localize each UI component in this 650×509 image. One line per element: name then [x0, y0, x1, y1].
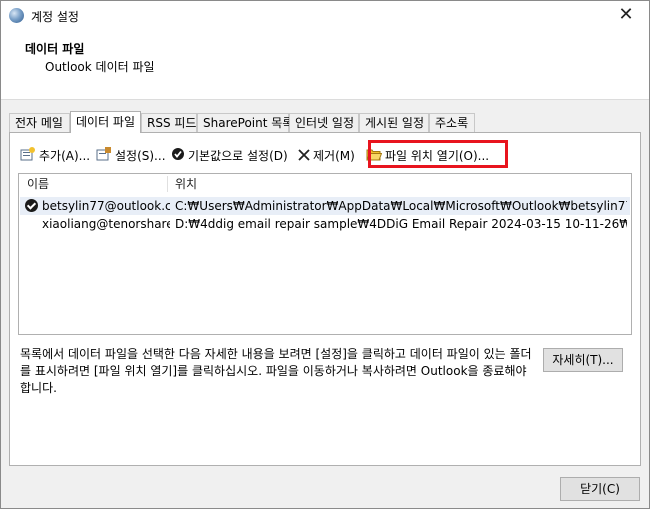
dialog-header: 데이터 파일 Outlook 데이터 파일 [1, 31, 649, 100]
set-default-label: 기본값으로 설정(D) [188, 149, 288, 163]
settings-button[interactable]: 설정(S)... [96, 145, 166, 167]
default-check-icon [25, 199, 38, 212]
tab-email[interactable]: 전자 메일 [9, 113, 70, 132]
table-row[interactable]: betsylin77@outlook.com C:₩Users₩Administ… [20, 197, 630, 215]
details-button[interactable]: 자세히(T)... [543, 348, 623, 372]
tab-rss-feeds[interactable]: RSS 피드 [141, 113, 197, 132]
column-header-name[interactable]: 이름 [27, 174, 49, 194]
outlook-globe-icon [9, 8, 24, 23]
header-subtitle: Outlook 데이터 파일 [45, 60, 155, 74]
close-button[interactable]: 닫기(C) [560, 477, 640, 501]
help-text: 목록에서 데이터 파일을 선택한 다음 자세한 내용을 보려면 [설정]을 클릭… [20, 347, 532, 395]
title-bar: 계정 설정 ✕ [1, 1, 649, 31]
settings-icon [96, 146, 112, 168]
data-files-panel: 추가(A)... 설정(S)... 기본값으로 설정(D) 제거(M) 파일 위… [9, 132, 641, 466]
add-button[interactable]: 추가(A)... [20, 145, 90, 167]
remove-label: 제거(M) [313, 149, 355, 163]
add-data-file-icon [20, 146, 36, 168]
tab-data-files[interactable]: 데이터 파일 [70, 111, 141, 133]
column-header-location[interactable]: 위치 [175, 174, 197, 194]
header-title: 데이터 파일 [25, 42, 85, 56]
row-location: D:₩4ddig email repair sample₩4DDiG Email… [175, 217, 627, 231]
account-settings-dialog: 계정 설정 ✕ 데이터 파일 Outlook 데이터 파일 전자 메일 데이터 … [0, 0, 650, 509]
row-name: xiaoliang@tenorshare.c... [42, 217, 170, 231]
row-location: C:₩Users₩Administrator₩AppData₩Local₩Mic… [175, 199, 627, 213]
tab-address-books[interactable]: 주소록 [429, 113, 475, 132]
column-divider[interactable] [167, 176, 168, 192]
close-window-button[interactable]: ✕ [603, 1, 649, 31]
window-title: 계정 설정 [31, 10, 79, 24]
toolbar: 추가(A)... 설정(S)... 기본값으로 설정(D) 제거(M) 파일 위… [20, 140, 630, 168]
set-default-button[interactable]: 기본값으로 설정(D) [171, 145, 288, 167]
table-row[interactable]: xiaoliang@tenorshare.c... D:₩4ddig email… [20, 215, 630, 233]
data-file-list[interactable]: 이름 위치 betsylin77@outlook.com C:₩Users₩Ad… [18, 173, 632, 335]
checkmark-circle-icon [171, 146, 185, 168]
add-label: 추가(A)... [39, 149, 91, 163]
highlight-box [368, 140, 508, 168]
row-name: betsylin77@outlook.com [42, 199, 170, 213]
remove-x-icon [298, 146, 310, 168]
tab-published-calendars[interactable]: 게시된 일정 [359, 113, 429, 132]
tab-sharepoint-lists[interactable]: SharePoint 목록 [197, 113, 293, 132]
settings-label: 설정(S)... [115, 149, 166, 163]
remove-button[interactable]: 제거(M) [298, 145, 355, 167]
tab-internet-calendars[interactable]: 인터넷 일정 [289, 113, 359, 132]
